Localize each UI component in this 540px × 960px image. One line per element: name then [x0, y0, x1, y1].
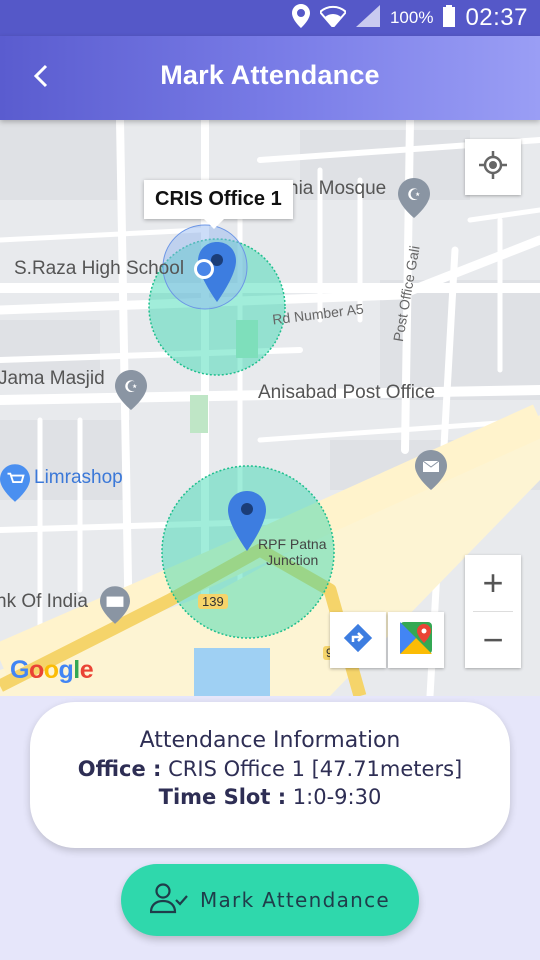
open-in-maps-button[interactable] [388, 612, 444, 668]
svg-text:☪: ☪ [407, 187, 421, 204]
status-bar: 100% 02:37 [0, 0, 540, 36]
battery-percent: 100% [389, 8, 434, 27]
masjid-icon[interactable]: ☪ [115, 370, 147, 415]
map-label-junction: RPF Patna Junction [258, 536, 327, 568]
location-icon [291, 3, 310, 33]
google-maps-icon [400, 621, 432, 659]
card-title: Attendance Information [139, 728, 401, 753]
office-row: Office : CRIS Office 1 [47.71meters] [30, 757, 510, 781]
directions-button[interactable] [330, 612, 386, 668]
map-label-bank: nk Of India [0, 591, 88, 612]
map-label-mosque: nia Mosque [288, 178, 387, 199]
time-slot-value: 1:0-9:30 [292, 785, 382, 809]
user-check-icon [149, 882, 188, 918]
zoom-controls: + − [465, 555, 521, 668]
zoom-out-button[interactable]: − [465, 612, 521, 668]
shop-icon[interactable] [0, 464, 30, 507]
google-logo: Google [10, 656, 94, 684]
mosque-icon[interactable]: ☪ [398, 178, 430, 223]
mark-attendance-label: Mark Attendance [199, 888, 391, 912]
clock: 02:37 [465, 4, 528, 31]
office-label: Office : [77, 757, 162, 781]
zoom-in-button[interactable]: + [465, 555, 521, 611]
my-location-button[interactable] [465, 139, 521, 195]
route-badge-139: 139 [198, 594, 228, 609]
office-2-marker-icon[interactable] [228, 490, 266, 557]
wifi-icon [318, 5, 348, 32]
map-label-school: S.Raza High School [14, 258, 185, 279]
attendance-info-card: Attendance Information Office : CRIS Off… [30, 702, 510, 848]
map-view[interactable]: ☪ ☪ nia Mosque S.Raza High School Rd Num… [0, 120, 540, 696]
marker-info-window[interactable]: CRIS Office 1 [144, 180, 293, 229]
directions-icon [342, 622, 374, 659]
time-slot-row: Time Slot : 1:0-9:30 [30, 785, 510, 809]
map-label-masjid: Jama Masjid [0, 368, 105, 389]
post-office-icon[interactable] [415, 450, 447, 495]
bank-icon[interactable] [100, 586, 130, 629]
signal-icon [355, 4, 380, 32]
my-location-icon [479, 150, 507, 184]
map-label-post-office: Anisabad Post Office [258, 382, 436, 403]
svg-text:☪: ☪ [124, 379, 138, 396]
page-title: Mark Attendance [160, 60, 380, 90]
app-bar: Mark Attendance [0, 36, 540, 120]
office-value: CRIS Office 1 [47.71meters] [168, 757, 463, 781]
mark-attendance-button[interactable]: Mark Attendance [121, 864, 419, 936]
battery-icon [443, 4, 456, 32]
map-label-shop: Limrashop [34, 467, 123, 488]
current-location-dot [193, 258, 215, 285]
time-slot-label: Time Slot : [158, 785, 287, 809]
